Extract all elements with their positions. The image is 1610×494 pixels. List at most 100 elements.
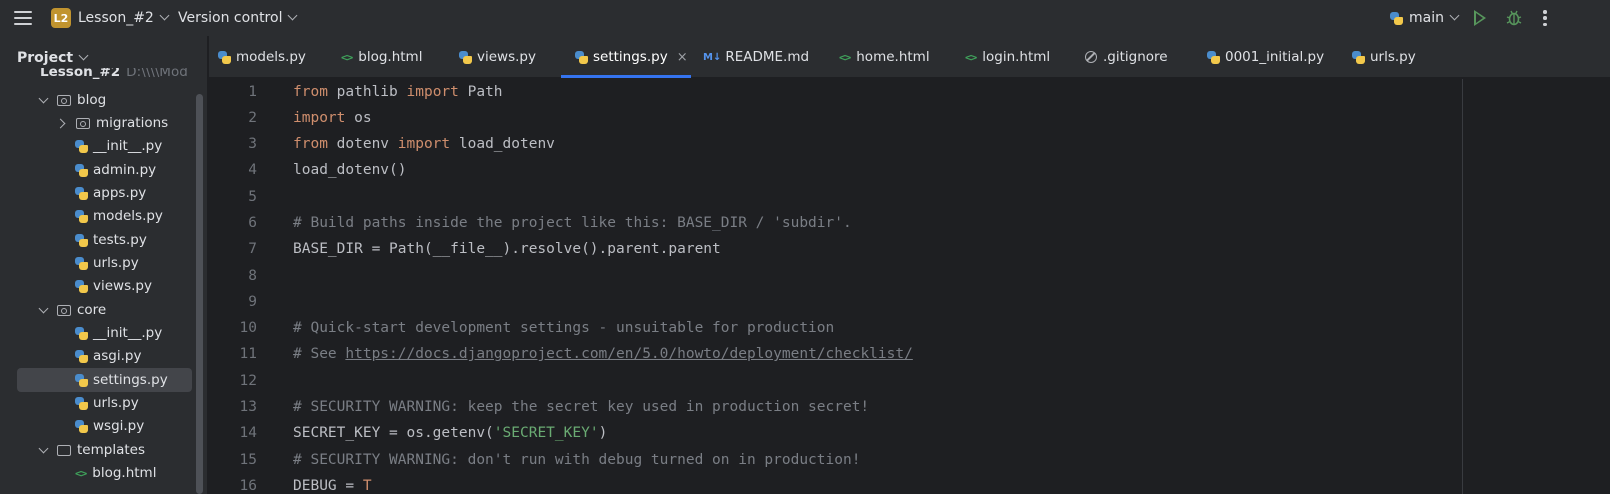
- python-file-icon: [75, 279, 88, 293]
- tree-folder-blog[interactable]: blog: [37, 88, 106, 112]
- python-icon: [1390, 11, 1403, 25]
- python-file-icon: [218, 50, 231, 64]
- chevron-down-icon[interactable]: [37, 304, 49, 316]
- tree-folder-templates[interactable]: templates: [37, 438, 145, 462]
- tree-item-label: __init__.py: [93, 325, 163, 341]
- tree-file[interactable]: urls.py: [75, 251, 139, 275]
- tree-root-row[interactable]: Lesson_#2 D:\\\\Mod: [40, 68, 188, 80]
- chevron-down-icon: [159, 10, 170, 21]
- code-comment: # SECURITY WARNING: don't run with debug…: [293, 452, 861, 468]
- project-tool-window: Project Lesson_#2 D:\\\\Mod blog migratio…: [0, 36, 208, 494]
- tab-label: home.html: [856, 49, 930, 65]
- editor-tab-bar: models.py <> blog.html views.py settings.…: [209, 36, 1610, 78]
- tree-item-label: __init__.py: [93, 138, 163, 154]
- tree-file[interactable]: views.py: [75, 274, 152, 298]
- markdown-file-icon: M↓: [703, 51, 722, 63]
- tree-file[interactable]: asgi.py: [75, 344, 141, 368]
- close-icon[interactable]: ×: [677, 50, 688, 65]
- python-file-icon: [75, 349, 88, 363]
- tree-folder-migrations[interactable]: migrations: [56, 111, 168, 135]
- version-control-menu[interactable]: Version control: [178, 10, 298, 26]
- code-string: 'SECRET_KEY': [493, 425, 599, 441]
- code-link[interactable]: https://docs.djangoproject.com/en/5.0/ho…: [345, 346, 912, 362]
- code-token: pathlib: [327, 84, 407, 100]
- code-token: ): [598, 425, 608, 441]
- line-number: 15: [239, 452, 257, 468]
- tab-models-py[interactable]: models.py: [218, 36, 306, 78]
- package-folder-icon: [76, 117, 90, 129]
- debug-icon[interactable]: [1505, 9, 1523, 27]
- tree-item-label: core: [77, 302, 107, 318]
- tree-file[interactable]: tests.py: [75, 228, 147, 252]
- tree-file[interactable]: __init__.py: [75, 321, 162, 345]
- code-line: SECRET_KEY = os.getenv('SECRET_KEY'): [293, 420, 607, 446]
- tree-item-label: blog.html: [92, 465, 157, 481]
- tree-item-label: asgi.py: [93, 348, 142, 364]
- tab-blog-html[interactable]: <> blog.html: [341, 36, 422, 78]
- code-token: Path: [458, 84, 503, 100]
- tree-file[interactable]: apps.py: [75, 181, 146, 205]
- tab-home-html[interactable]: <> home.html: [839, 36, 930, 78]
- project-view-selector[interactable]: Project: [17, 50, 89, 66]
- line-number: 11: [239, 346, 257, 362]
- active-tab-indicator: [561, 75, 691, 78]
- chevron-down-icon[interactable]: [37, 94, 49, 106]
- tab-label: login.html: [982, 49, 1051, 65]
- tree-file[interactable]: admin.py: [75, 158, 156, 182]
- code-token: os: [345, 110, 372, 126]
- tree-file[interactable]: __init__.py: [75, 134, 162, 158]
- code-comment: # SECURITY WARNING: keep the secret key …: [293, 399, 870, 415]
- code-token: from: [293, 136, 328, 152]
- tab-readme-md[interactable]: M↓ README.md: [703, 36, 809, 78]
- branch-switcher[interactable]: main: [1390, 10, 1460, 26]
- code-line: from pathlib import Path: [293, 79, 503, 105]
- chevron-down-icon: [78, 50, 89, 61]
- python-file-icon: [1352, 50, 1365, 64]
- tree-file[interactable]: <> blog.html: [75, 461, 156, 485]
- tree-file[interactable]: models.py: [75, 204, 163, 228]
- code-comment: # Quick-start development settings - uns…: [293, 320, 835, 336]
- tree-file-selected[interactable]: settings.py: [17, 368, 192, 392]
- tree-item-label: migrations: [96, 115, 169, 131]
- line-number: 7: [248, 241, 257, 257]
- code-comment: # See https://docs.djangoproject.com/en/…: [293, 341, 913, 367]
- more-actions-icon[interactable]: [1543, 10, 1547, 26]
- tree-root-label: Lesson_#2: [40, 68, 121, 80]
- tab-label: views.py: [477, 49, 536, 65]
- python-file-icon: [75, 373, 88, 387]
- run-icon[interactable]: [1474, 10, 1486, 26]
- tab-views-py[interactable]: views.py: [459, 36, 536, 78]
- tree-folder-core[interactable]: core: [37, 298, 106, 322]
- chevron-right-icon[interactable]: [56, 117, 68, 129]
- code-token: T: [362, 478, 372, 494]
- project-badge: L2: [51, 8, 71, 28]
- code-editor[interactable]: 1 2 3 4 5 6 7 8 9 10 11 12 13 14 15 16 f…: [209, 79, 1610, 494]
- tree-file[interactable]: wsgi.py: [75, 414, 144, 438]
- tab-urls-py[interactable]: urls.py: [1352, 36, 1416, 78]
- main-menu-icon[interactable]: [14, 9, 32, 27]
- folder-icon: [57, 444, 71, 456]
- sidebar-scrollbar[interactable]: [196, 94, 203, 494]
- code-line: from dotenv import load_dotenv: [293, 131, 555, 157]
- tree-file[interactable]: urls.py: [75, 391, 139, 415]
- tab-gitignore[interactable]: .gitignore: [1085, 36, 1168, 78]
- project-name: Lesson_#2: [78, 10, 154, 26]
- python-file-icon: [75, 209, 88, 223]
- python-file-icon: [459, 50, 472, 64]
- code-line: BASE_DIR = Path(__file__).resolve().pare…: [293, 241, 721, 257]
- tree-item-label: wsgi.py: [93, 418, 145, 434]
- code-comment: # Build paths inside the project like th…: [293, 215, 852, 231]
- tab-settings-py[interactable]: settings.py ×: [575, 36, 688, 78]
- code-token: import: [293, 110, 346, 126]
- line-number: 3: [248, 136, 257, 152]
- line-number: 1: [248, 84, 257, 100]
- chevron-down-icon[interactable]: [37, 444, 49, 456]
- tab-label: settings.py: [593, 49, 668, 65]
- python-file-icon: [1207, 50, 1220, 64]
- project-switcher[interactable]: Lesson_#2: [78, 10, 170, 26]
- tab-0001-initial-py[interactable]: 0001_initial.py: [1207, 36, 1324, 78]
- html-file-icon: <>: [839, 50, 851, 64]
- python-file-icon: [75, 419, 88, 433]
- tab-login-html[interactable]: <> login.html: [965, 36, 1050, 78]
- code-token: from: [293, 84, 328, 100]
